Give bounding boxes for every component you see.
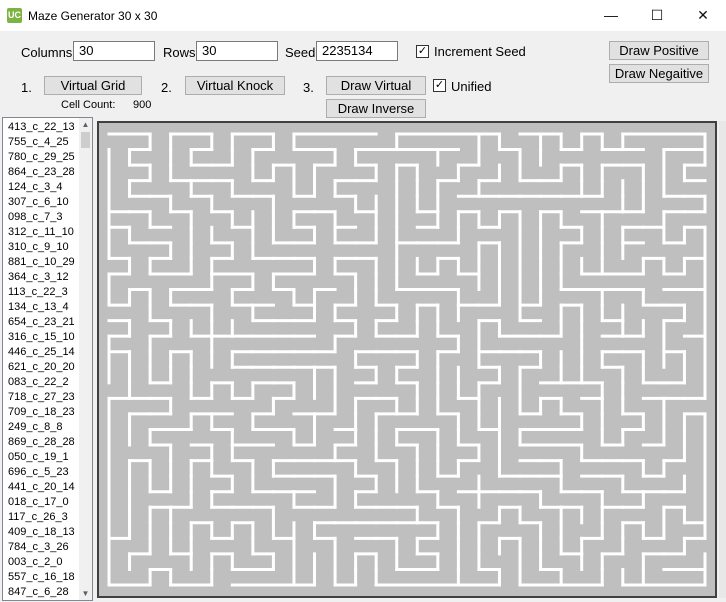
virtual-knock-button[interactable]: Virtual Knock <box>185 76 285 95</box>
list-item[interactable]: 413_c_22_13 <box>3 120 79 135</box>
draw-positive-button[interactable]: Draw Positive <box>609 41 709 60</box>
list-item[interactable]: 621_c_20_20 <box>3 360 79 375</box>
list-item[interactable]: 881_c_10_29 <box>3 255 79 270</box>
title-bar: UC Maze Generator 30 x 30 — ☐ ✕ <box>0 0 726 31</box>
list-item[interactable]: 098_c_7_3 <box>3 210 79 225</box>
list-item[interactable]: 124_c_3_4 <box>3 180 79 195</box>
list-item[interactable]: 249_c_8_8 <box>3 420 79 435</box>
minimize-button[interactable]: — <box>588 0 634 31</box>
draw-inverse-button[interactable]: Draw Inverse <box>326 99 426 118</box>
list-item[interactable]: 364_c_3_12 <box>3 270 79 285</box>
list-item[interactable]: 718_c_27_23 <box>3 390 79 405</box>
cell-count-value: 900 <box>133 99 152 111</box>
list-item[interactable]: 696_c_5_23 <box>3 465 79 480</box>
increment-seed-label: Increment Seed <box>434 44 526 59</box>
list-item[interactable]: 755_c_4_25 <box>3 135 79 150</box>
step-3-label: 3. <box>303 80 314 95</box>
list-item[interactable]: 117_c_26_3 <box>3 510 79 525</box>
list-item[interactable]: 018_c_17_0 <box>3 495 79 510</box>
scroll-up-icon[interactable]: ▲ <box>79 118 92 131</box>
scroll-down-icon[interactable]: ▼ <box>79 587 92 600</box>
list-item[interactable]: 446_c_25_14 <box>3 345 79 360</box>
maze-drawing <box>99 123 715 596</box>
window-scrollbar[interactable] <box>719 121 726 598</box>
list-item[interactable]: 847_c_6_28 <box>3 585 79 600</box>
list-scrollbar[interactable]: ▲ ▼ <box>79 118 92 600</box>
cell-list: 413_c_22_13 755_c_4_25 780_c_29_25 864_c_23… <box>3 120 79 600</box>
scroll-thumb[interactable] <box>81 132 90 148</box>
list-item[interactable]: 083_c_22_2 <box>3 375 79 390</box>
maze-canvas <box>97 121 717 598</box>
increment-seed-checkbox[interactable]: ✓ <box>416 45 429 58</box>
draw-negative-button[interactable]: Draw Negaitive <box>609 64 709 83</box>
rows-label: Rows <box>163 45 196 60</box>
maximize-button[interactable]: ☐ <box>634 0 680 31</box>
list-item[interactable]: 316_c_15_10 <box>3 330 79 345</box>
columns-input[interactable]: 30 <box>73 41 155 61</box>
list-item[interactable]: 409_c_18_13 <box>3 525 79 540</box>
unified-checkbox[interactable]: ✓ <box>433 79 446 92</box>
cell-listbox[interactable]: 413_c_22_13 755_c_4_25 780_c_29_25 864_c_23… <box>2 117 93 601</box>
close-button[interactable]: ✕ <box>680 0 726 31</box>
list-item[interactable]: 134_c_13_4 <box>3 300 79 315</box>
list-item[interactable]: 113_c_22_3 <box>3 285 79 300</box>
draw-virtual-button[interactable]: Draw Virtual <box>326 76 426 95</box>
app-icon: UC <box>7 8 22 23</box>
virtual-grid-button[interactable]: Virtual Grid <box>44 76 142 95</box>
list-item[interactable]: 310_c_9_10 <box>3 240 79 255</box>
list-item[interactable]: 709_c_18_23 <box>3 405 79 420</box>
columns-label: Columns <box>21 45 73 60</box>
list-item[interactable]: 307_c_6_10 <box>3 195 79 210</box>
step-1-label: 1. <box>21 80 32 95</box>
cell-count-label: Cell Count: <box>61 99 116 111</box>
list-item[interactable]: 784_c_3_26 <box>3 540 79 555</box>
list-item[interactable]: 312_c_11_10 <box>3 225 79 240</box>
list-item[interactable]: 003_c_2_0 <box>3 555 79 570</box>
rows-input[interactable]: 30 <box>196 41 278 61</box>
list-item[interactable]: 557_c_16_18 <box>3 570 79 585</box>
list-item[interactable]: 441_c_20_14 <box>3 480 79 495</box>
list-item[interactable]: 780_c_29_25 <box>3 150 79 165</box>
list-item[interactable]: 869_c_28_28 <box>3 435 79 450</box>
seed-input[interactable]: 2235134 <box>316 41 398 61</box>
list-item[interactable]: 864_c_23_28 <box>3 165 79 180</box>
window-title: Maze Generator 30 x 30 <box>28 9 158 23</box>
list-item[interactable]: 050_c_19_1 <box>3 450 79 465</box>
step-2-label: 2. <box>161 80 172 95</box>
unified-label: Unified <box>451 79 492 94</box>
seed-label: Seed <box>285 45 316 60</box>
list-item[interactable]: 654_c_23_21 <box>3 315 79 330</box>
